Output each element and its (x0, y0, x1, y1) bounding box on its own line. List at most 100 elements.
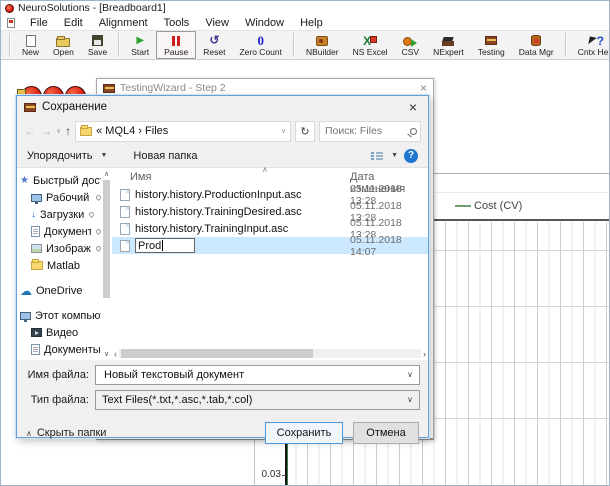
horizontal-scrollbar[interactable]: ‹ › (114, 348, 426, 359)
floppy-icon (92, 35, 103, 46)
sidebar-item-downloads-2[interactable]: ↓ Загрузки (17, 358, 101, 360)
ns-excel-button[interactable]: X NS Excel (346, 31, 395, 59)
back-icon[interactable]: ← (24, 125, 36, 137)
open-folder-icon (56, 38, 70, 47)
sidebar-item-pictures[interactable]: Изображени (17, 240, 101, 257)
filetype-combobox[interactable]: Text Files(*.txt,*.asc,*.tab,*.col) ∨ (95, 390, 420, 410)
filename-dropdown-icon[interactable]: ∨ (407, 370, 413, 379)
zero-count-button[interactable]: 0 Zero Count (232, 31, 289, 59)
scrollbar-track[interactable] (119, 349, 421, 358)
file-icon (120, 223, 130, 235)
legend-line-sample (455, 205, 471, 207)
scroll-up-icon[interactable]: ∧ (104, 170, 109, 178)
refresh-button[interactable]: ↻ (295, 121, 315, 142)
breadcrumb[interactable]: « MQL4 › Files (96, 125, 168, 137)
csv-button[interactable]: CSV (395, 31, 426, 59)
reset-button[interactable]: ↺ Reset (196, 31, 232, 59)
file-icon (120, 206, 130, 218)
file-row-renaming[interactable]: Prod 05.11.2018 14:07 (112, 237, 428, 254)
scroll-right-icon[interactable]: › (423, 349, 426, 359)
file-list: ∧ Имя Дата изменения history.history.Pro… (112, 168, 428, 360)
new-folder-button[interactable]: Новая папка (133, 150, 197, 162)
filename-label: Имя файла: (17, 369, 95, 381)
context-help-button[interactable]: ? Cntx Help (571, 31, 610, 59)
toolbar-separator (565, 33, 567, 57)
rename-input[interactable]: Prod (135, 238, 195, 253)
help-icon[interactable]: ? (404, 149, 418, 163)
app-icon (5, 4, 14, 13)
filetype-dropdown-icon[interactable]: ∨ (407, 395, 413, 404)
refresh-icon: ↻ (300, 125, 309, 138)
filename-input[interactable] (102, 368, 403, 382)
database-icon (531, 35, 541, 46)
history-chevron-icon[interactable]: ∨ (56, 127, 61, 135)
window-title: NeuroSolutions - [Breadboard1] (18, 2, 166, 14)
wizard-icon (103, 84, 115, 93)
sidebar-item-quick-access[interactable]: ★ Быстрый доступ (17, 172, 101, 189)
start-button[interactable]: ▶ Start (124, 31, 156, 59)
up-icon[interactable]: ↑ (65, 125, 71, 137)
scroll-down-icon[interactable]: ∨ (104, 350, 109, 358)
view-dropdown-icon[interactable]: ▼ (391, 152, 398, 159)
open-button[interactable]: Open (46, 31, 81, 59)
address-chevron-icon[interactable]: ∨ (281, 127, 286, 135)
nexpert-button[interactable]: NExpert (426, 31, 471, 59)
download-icon: ↓ (31, 209, 36, 220)
menu-alignment[interactable]: Alignment (98, 17, 149, 29)
forward-icon[interactable]: → (40, 125, 52, 137)
legend-label: Cost (CV) (474, 200, 522, 212)
wizard-close-icon[interactable]: × (420, 81, 427, 95)
new-button[interactable]: New (15, 31, 46, 59)
menu-edit[interactable]: Edit (63, 17, 84, 29)
y-axis-tick (282, 475, 286, 476)
hide-folders-button[interactable]: ∧ Скрыть папки (26, 427, 106, 439)
scrollbar-thumb[interactable] (121, 349, 313, 358)
nbuilder-button[interactable]: NBuilder (299, 31, 346, 59)
zero-icon: 0 (257, 35, 264, 47)
folder-icon (31, 261, 43, 270)
data-mgr-button[interactable]: Data Mgr (512, 31, 561, 59)
menu-tools[interactable]: Tools (163, 17, 191, 29)
sidebar-item-matlab[interactable]: Matlab (17, 257, 101, 274)
menu-help[interactable]: Help (299, 17, 324, 29)
scrollbar-thumb[interactable] (103, 180, 110, 298)
sidebar-item-this-pc[interactable]: Этот компьютер (17, 307, 101, 324)
save-button[interactable]: Save (81, 31, 114, 59)
menu-bar: File Edit Alignment Tools View Window He… (1, 15, 609, 30)
view-mode-icon[interactable] (371, 151, 383, 161)
pause-icon (172, 36, 180, 46)
sidebar-item-desktop[interactable]: Рабочий сто (17, 189, 101, 206)
menu-file[interactable]: File (29, 17, 49, 29)
documents-icon (31, 226, 40, 237)
filename-combobox[interactable]: ∨ (95, 365, 420, 385)
excel-icon: X (363, 35, 377, 47)
sidebar-item-documents[interactable]: Документы (17, 223, 101, 240)
dialog-content: ★ Быстрый доступ Рабочий сто ↓ Загрузки … (17, 168, 428, 360)
sidebar-scrollbar[interactable]: ∧ ∨ (101, 168, 112, 360)
column-header-name[interactable]: Имя (130, 171, 151, 183)
nbuilder-icon (316, 36, 328, 46)
text-caret (162, 240, 163, 251)
video-icon (31, 328, 42, 337)
cancel-button[interactable]: Отмена (353, 422, 419, 444)
save-dialog-title: Сохранение (42, 101, 399, 113)
menu-view[interactable]: View (204, 17, 230, 29)
testing-button[interactable]: Testing (471, 31, 512, 59)
organize-dropdown-icon[interactable]: ▼ (100, 152, 107, 159)
organize-button[interactable]: Упорядочить (27, 150, 92, 162)
folder-icon (80, 127, 92, 136)
address-bar[interactable]: « MQL4 › Files ∨ (75, 121, 291, 142)
scroll-left-icon[interactable]: ‹ (114, 349, 117, 359)
sidebar-item-downloads[interactable]: ↓ Загрузки (17, 206, 101, 223)
pause-button[interactable]: Pause (156, 31, 196, 59)
save-dialog-close-icon[interactable]: × (405, 99, 421, 115)
sidebar-item-onedrive[interactable]: ☁ OneDrive (17, 282, 101, 299)
command-bar: Упорядочить ▼ Новая папка ▼ ? (17, 144, 428, 168)
pin-icon (88, 211, 95, 218)
search-input[interactable] (323, 124, 410, 138)
sidebar-item-documents-2[interactable]: Документы (17, 341, 101, 358)
filetype-value: Text Files(*.txt,*.asc,*.tab,*.col) (102, 394, 403, 406)
sidebar-item-videos[interactable]: Видео (17, 324, 101, 341)
save-confirm-button[interactable]: Сохранить (265, 422, 343, 444)
menu-window[interactable]: Window (244, 17, 285, 29)
